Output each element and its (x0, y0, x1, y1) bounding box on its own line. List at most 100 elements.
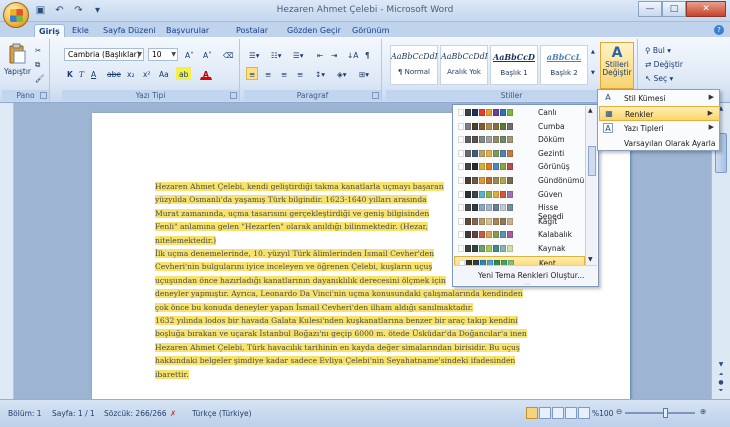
style-normal[interactable]: AaBbCcDdI ¶ Normal (390, 45, 438, 85)
section-indicator[interactable]: Bölüm: 1 (8, 409, 42, 418)
align-center-icon[interactable]: ≡ (262, 67, 274, 80)
styles-gallery-scroll[interactable]: ▲ ▼ (590, 45, 598, 85)
print-layout-view-icon[interactable] (526, 407, 538, 419)
replace-button[interactable]: ⇄ Değiştir (642, 57, 686, 70)
new-theme-colors-item[interactable]: Yeni Tema Renkleri Oluştur... ⋯ (454, 265, 597, 288)
style-heading-2[interactable]: aBbCcL Başlık 2 (540, 45, 588, 85)
web-layout-view-icon[interactable] (552, 407, 564, 419)
replace-icon: ⇄ (645, 60, 654, 69)
office-button[interactable] (3, 2, 29, 28)
theme-color-item[interactable]: Gezinti (454, 147, 585, 161)
theme-color-item[interactable]: Cumba (454, 120, 585, 134)
tab-review[interactable]: Gözden Geçir (283, 24, 345, 37)
close-button[interactable]: ✕ (686, 1, 726, 17)
draft-view-icon[interactable] (578, 407, 590, 419)
scroll-down-icon[interactable]: ▼ (715, 361, 727, 371)
word-count[interactable]: Sözcük: 266/266 (104, 409, 167, 418)
show-marks-icon[interactable]: ¶ (362, 48, 373, 61)
color-swatch (493, 231, 499, 239)
strikethrough-button[interactable]: abe (104, 67, 124, 80)
color-swatch (493, 122, 499, 130)
page-indicator[interactable]: Sayfa: 1 / 1 (52, 409, 95, 418)
tab-insert[interactable]: Ekle (68, 24, 93, 37)
maximize-button[interactable]: □ (662, 1, 686, 17)
style-heading-1[interactable]: AaBbCcD Başlık 1 (490, 45, 538, 85)
font-color-icon[interactable]: A (200, 67, 212, 80)
tab-home[interactable]: Giriş (34, 24, 65, 37)
bold-button[interactable]: K (64, 67, 76, 80)
select-button[interactable]: ↖ Seç ▾ (642, 71, 676, 84)
gallery-scroll-thumb[interactable] (588, 146, 596, 176)
outline-view-icon[interactable] (565, 407, 577, 419)
language-indicator[interactable]: Türkçe (Türkiye) (192, 409, 252, 418)
justify-icon[interactable]: ≡ (294, 67, 306, 80)
theme-color-item[interactable]: Canlı (454, 106, 585, 120)
menu-item-colors[interactable]: ▦ Renkler ▶ (599, 106, 720, 121)
proofing-icon[interactable]: ✗ (170, 409, 176, 418)
shrink-font-button[interactable]: A˅ (200, 48, 215, 61)
menu-item-style-set[interactable]: A Stil Kümesi ▶ (599, 91, 720, 106)
color-swatch (493, 136, 499, 144)
theme-color-item[interactable]: Döküm (454, 133, 585, 147)
align-right-icon[interactable]: ≡ (278, 67, 290, 80)
sort-icon[interactable]: ↓A (344, 48, 361, 61)
theme-color-item[interactable]: Hisse Senedi (454, 201, 585, 221)
resize-grip-icon[interactable]: ⋯ (524, 281, 530, 288)
tab-mailings[interactable]: Postalar (232, 24, 272, 37)
bullets-icon[interactable]: ☰▾ (246, 48, 263, 61)
clear-format-icon[interactable]: ⌫ (220, 48, 237, 61)
menu-item-fonts[interactable]: A Yazı Tipleri ▶ (599, 121, 720, 136)
line-spacing-icon[interactable]: ↕▾ (312, 67, 328, 80)
grow-font-button[interactable]: A˄ (182, 48, 197, 61)
theme-color-item[interactable]: Gündönümü (454, 174, 585, 188)
increase-indent-icon[interactable]: ⇥ (328, 48, 340, 61)
theme-color-item[interactable]: Görünüş (454, 160, 585, 174)
gallery-scrollbar[interactable]: ▲ ▼ (585, 106, 597, 266)
tab-references[interactable]: Başvurular (162, 24, 213, 37)
theme-colors-list: Canlı Cumba Döküm Gezinti Görünüş Gündönümü Gü… (454, 106, 585, 270)
theme-color-item[interactable]: Kağıt (454, 215, 585, 229)
tab-page-layout[interactable]: Sayfa Düzeni (99, 24, 160, 37)
zoom-slider-knob[interactable] (663, 408, 668, 418)
zoom-in-icon[interactable]: ⊕ (700, 407, 706, 416)
copy-icon[interactable]: ⧉ (32, 57, 43, 70)
zoom-slider[interactable] (625, 412, 695, 414)
underline-button[interactable]: A (88, 67, 99, 80)
italic-button[interactable]: T (76, 67, 87, 80)
help-icon[interactable]: ? (714, 25, 724, 35)
change-styles-button[interactable]: A Stilleri Değiştir (600, 42, 634, 89)
subscript-button[interactable]: x₂ (124, 67, 137, 80)
zoom-out-icon[interactable]: ⊖ (616, 407, 622, 416)
find-button[interactable]: ⚲ Bul ▾ (642, 43, 674, 56)
paragraph-launcher-icon[interactable] (372, 92, 379, 99)
zoom-level[interactable]: %100 (592, 409, 613, 418)
borders-icon[interactable]: ⊞▾ (356, 67, 372, 80)
theme-color-item[interactable]: Kaynak (454, 242, 585, 256)
change-case-button[interactable]: Aa (156, 67, 172, 80)
gallery-scroll-down-icon[interactable]: ▼ (588, 256, 593, 263)
superscript-button[interactable]: x² (140, 67, 153, 80)
tab-view[interactable]: Görünüm (348, 24, 393, 37)
minimize-button[interactable]: — (638, 1, 662, 17)
menu-item-set-default[interactable]: Varsayılan Olarak Ayarla (599, 136, 720, 151)
highlight-icon[interactable]: ab (176, 67, 192, 80)
shading-icon[interactable]: ◈▾ (334, 67, 350, 80)
font-size-combo[interactable]: 10 ▼ (148, 48, 178, 61)
format-painter-icon[interactable]: 🖌 (32, 71, 48, 84)
numbering-icon[interactable]: ☷▾ (268, 48, 285, 61)
font-launcher-icon[interactable] (230, 92, 237, 99)
clipboard-launcher-icon[interactable] (40, 92, 47, 99)
style-no-spacing[interactable]: AaBbCcDdI Aralık Yok (440, 45, 488, 85)
multilevel-list-icon[interactable]: ☰▾ (290, 48, 307, 61)
cut-icon[interactable]: ✂ (32, 43, 44, 56)
font-name-combo[interactable]: Cambria (Başlıklar) ▼ (64, 48, 144, 61)
theme-color-item[interactable]: Kalabalık (454, 228, 585, 242)
theme-color-item[interactable]: Güven (454, 188, 585, 202)
align-left-icon[interactable]: ≡ (246, 67, 259, 80)
decrease-indent-icon[interactable]: ⇤ (314, 48, 326, 61)
next-page-icon[interactable]: ⏷ (715, 387, 727, 397)
gallery-scroll-up-icon[interactable]: ▲ (588, 107, 593, 114)
change-styles-menu: A Stil Kümesi ▶ ▦ Renkler ▶ A Yazı Tipleri ▶ V… (597, 89, 720, 151)
full-screen-view-icon[interactable] (539, 407, 551, 419)
paste-button[interactable]: Yapıştır (4, 43, 31, 76)
